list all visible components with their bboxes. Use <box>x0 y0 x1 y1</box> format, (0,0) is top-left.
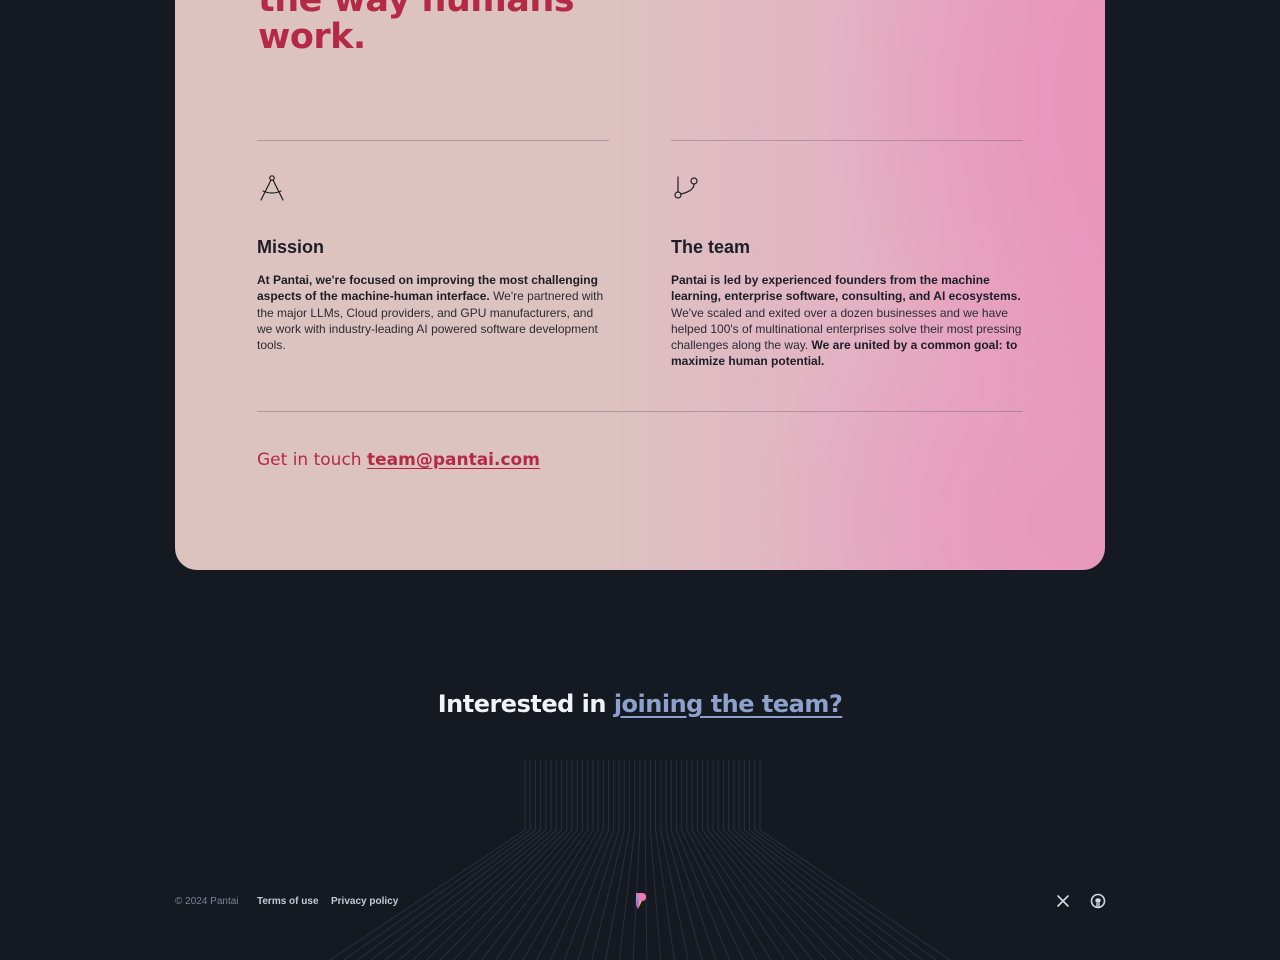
decorative-lines <box>329 760 951 960</box>
mission-text: At Pantai, we're focused on improving th… <box>257 272 609 353</box>
decorative-line <box>384 760 547 960</box>
headline: the way humans work. <box>258 0 678 56</box>
decorative-line <box>632 760 641 960</box>
contact-email-link[interactable]: team@pantai.com <box>367 450 540 470</box>
decorative-line <box>712 760 827 960</box>
decorative-line <box>743 760 909 960</box>
pantai-logo-icon[interactable] <box>632 891 648 911</box>
team-column: The team Pantai is led by experienced fo… <box>671 140 1023 370</box>
compass-icon <box>257 173 287 203</box>
decorative-line <box>717 760 841 960</box>
join-team-link[interactable]: joining the team? <box>614 690 843 718</box>
github-icon[interactable] <box>1090 893 1106 909</box>
git-branch-icon <box>671 173 701 203</box>
decorative-line <box>644 760 648 960</box>
decorative-line <box>481 760 583 960</box>
mission-title: Mission <box>257 237 325 257</box>
team-text-bold: Pantai is led by experienced founders fr… <box>671 273 1021 304</box>
contact-label: Get in touch <box>257 450 362 470</box>
join-heading: Interested in joining the team? <box>0 690 1280 718</box>
decorative-line <box>453 760 573 960</box>
footer: © 2024 Pantai Terms of use Privacy polic… <box>175 891 1106 911</box>
join-prefix: Interested in <box>437 690 607 718</box>
divider <box>671 140 1023 141</box>
decorative-line <box>522 760 599 960</box>
decorative-line <box>439 760 568 960</box>
team-title: The team <box>671 237 751 257</box>
terms-link[interactable]: Terms of use <box>257 896 319 907</box>
privacy-link[interactable]: Privacy policy <box>331 896 398 907</box>
team-text: Pantai is led by experienced founders fr… <box>671 272 1023 370</box>
mission-column: Mission At Pantai, we're focused on impr… <box>257 140 609 353</box>
x-icon[interactable] <box>1055 893 1071 909</box>
contact-line: Get in touch team@pantai.com <box>257 450 540 470</box>
about-card: the way humans work. Mission At Pantai, … <box>175 0 1105 570</box>
copyright-text: © 2024 Pantai <box>175 896 239 907</box>
page: the way humans work. Mission At Pantai, … <box>0 0 1280 960</box>
headline-line-2: work. <box>258 17 366 57</box>
divider <box>257 140 609 141</box>
decorative-line <box>329 760 526 960</box>
decorative-line <box>618 760 636 960</box>
divider <box>257 411 1023 412</box>
